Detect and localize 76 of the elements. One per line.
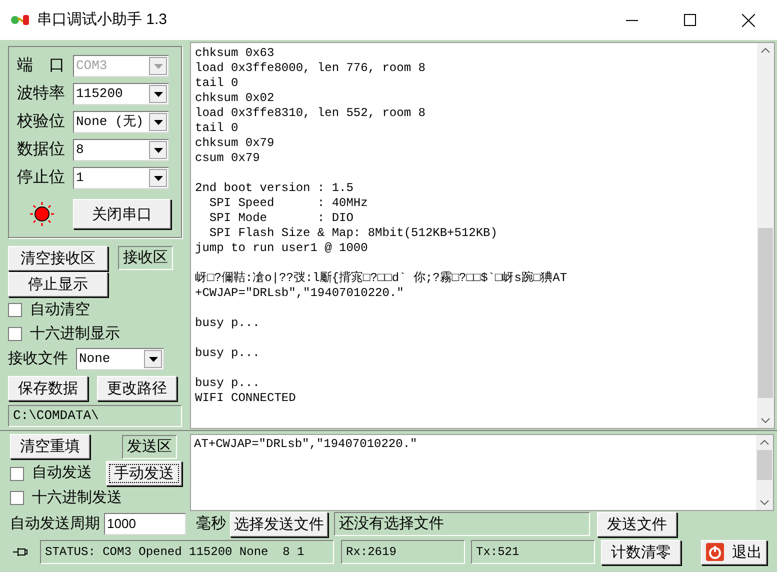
tx-counter: Tx:521 bbox=[471, 540, 595, 564]
log-line: busy p... bbox=[195, 346, 260, 361]
setting-label: 停止位 bbox=[17, 168, 66, 188]
log-line: jump to run user1 @ 1000 bbox=[195, 241, 368, 256]
change-path-button[interactable]: 更改路径 bbox=[97, 376, 177, 401]
manual-send-button[interactable]: 手动发送 bbox=[106, 461, 182, 486]
unit-label: 毫秒 bbox=[196, 514, 226, 534]
pin-icon bbox=[12, 546, 28, 558]
checkbox-label: 十六进制显示 bbox=[30, 324, 120, 344]
checkbox[interactable] bbox=[10, 466, 24, 480]
log-line: tail 0 bbox=[195, 121, 238, 136]
receive-area-label: 接收区 bbox=[118, 246, 173, 270]
log-line: chksum 0x02 bbox=[195, 91, 274, 106]
log-line: +CWJAP="DRLsb","19407010220." bbox=[195, 286, 404, 301]
maximize-icon bbox=[684, 14, 696, 26]
dropdown[interactable]: None (无) bbox=[73, 111, 169, 133]
status-text: STATUS: COM3 Opened 115200 None 8 1 bbox=[40, 540, 334, 564]
period-label: 自动发送周期 bbox=[10, 514, 100, 534]
send-text: AT+CWJAP="DRLsb","19407010220." bbox=[193, 436, 418, 453]
period-field[interactable]: 1000 bbox=[104, 513, 186, 535]
log-line: SPI Flash Size & Map: 8Mbit(512KB+512KB) bbox=[208, 226, 498, 241]
checkbox[interactable] bbox=[8, 303, 22, 317]
app-icon bbox=[10, 13, 30, 27]
send-area-label: 发送区 bbox=[122, 434, 177, 458]
log-line: 2nd boot version : 1.5 bbox=[195, 181, 354, 196]
checkbox-label: 自动清空 bbox=[30, 300, 90, 320]
file-status: 还没有选择文件 bbox=[334, 512, 590, 536]
close-port-button[interactable]: 关闭串口 bbox=[73, 199, 171, 229]
setting-label: 端 口 bbox=[17, 56, 66, 76]
close-icon bbox=[742, 14, 754, 26]
save-data-button[interactable]: 保存数据 bbox=[8, 376, 88, 401]
rx-counter: Rx:2619 bbox=[341, 540, 465, 564]
receive-file-label: 接收文件 bbox=[8, 348, 68, 369]
log-line: busy p... bbox=[195, 316, 260, 331]
scrollbar-thumb[interactable] bbox=[757, 450, 772, 480]
send-file-button[interactable]: 发送文件 bbox=[597, 512, 677, 536]
setting-label: 数据位 bbox=[17, 140, 66, 160]
log-line: tail 0 bbox=[195, 76, 238, 91]
setting-label: 波特率 bbox=[17, 84, 66, 104]
choose-file-button[interactable]: 选择发送文件 bbox=[230, 512, 328, 536]
scroll-down-icon[interactable] bbox=[760, 500, 769, 505]
log-line: load 0x3ffe8310, len 552, room 8 bbox=[195, 106, 426, 121]
scroll-down-icon[interactable] bbox=[761, 418, 770, 423]
scrollbar[interactable] bbox=[757, 43, 774, 428]
log-line: chksum 0x79 bbox=[195, 136, 274, 151]
scrollbar-thumb[interactable] bbox=[758, 228, 773, 398]
scroll-up-icon[interactable] bbox=[761, 48, 770, 53]
window-title: 串口调试小助手 1.3 bbox=[37, 10, 168, 30]
log-line: SPI Speed : 40MHz bbox=[208, 196, 368, 211]
reset-count-button[interactable]: 计数清零 bbox=[601, 540, 681, 564]
log-line: WIFI CONNECTED bbox=[195, 391, 296, 406]
stop-display-button[interactable]: 停止显示 bbox=[8, 272, 108, 297]
checkbox-label: 十六进制发送 bbox=[32, 488, 122, 508]
clear-receive-button[interactable]: 清空接收区 bbox=[8, 246, 108, 271]
receive-text-area[interactable] bbox=[190, 42, 775, 429]
log-line: 岈□?儞鞊:凔o|??弢:l斸{揹宨□?□□d` 你;?霧□?□□$`□岈s踠□猠AT bbox=[195, 271, 568, 286]
checkbox[interactable] bbox=[10, 491, 24, 505]
dropdown[interactable]: None bbox=[76, 348, 164, 370]
exit-icon bbox=[706, 543, 724, 561]
path-field: C:\COMDATA\ bbox=[8, 405, 182, 427]
log-line: csum 0x79 bbox=[195, 151, 260, 166]
log-line: load 0x3ffe8000, len 776, room 8 bbox=[195, 61, 426, 76]
scrollbar[interactable] bbox=[756, 435, 773, 510]
checkbox-label: 自动发送 bbox=[32, 463, 92, 484]
log-line: SPI Mode : DIO bbox=[208, 211, 354, 226]
setting-label: 校验位 bbox=[17, 112, 66, 132]
dropdown[interactable]: 1 bbox=[73, 167, 169, 189]
send-text-area[interactable]: AT+CWJAP="DRLsb","19407010220." bbox=[190, 434, 774, 511]
log-line: busy p... bbox=[195, 376, 260, 391]
exit-button[interactable]: 退出 bbox=[701, 540, 767, 564]
scroll-up-icon[interactable] bbox=[760, 440, 769, 445]
log-line: chksum 0x63 bbox=[195, 46, 274, 61]
dropdown[interactable]: 115200 bbox=[73, 83, 169, 105]
dropdown[interactable]: 8 bbox=[73, 139, 169, 161]
clear-send-button[interactable]: 清空重填 bbox=[10, 434, 90, 459]
checkbox[interactable] bbox=[8, 327, 22, 341]
